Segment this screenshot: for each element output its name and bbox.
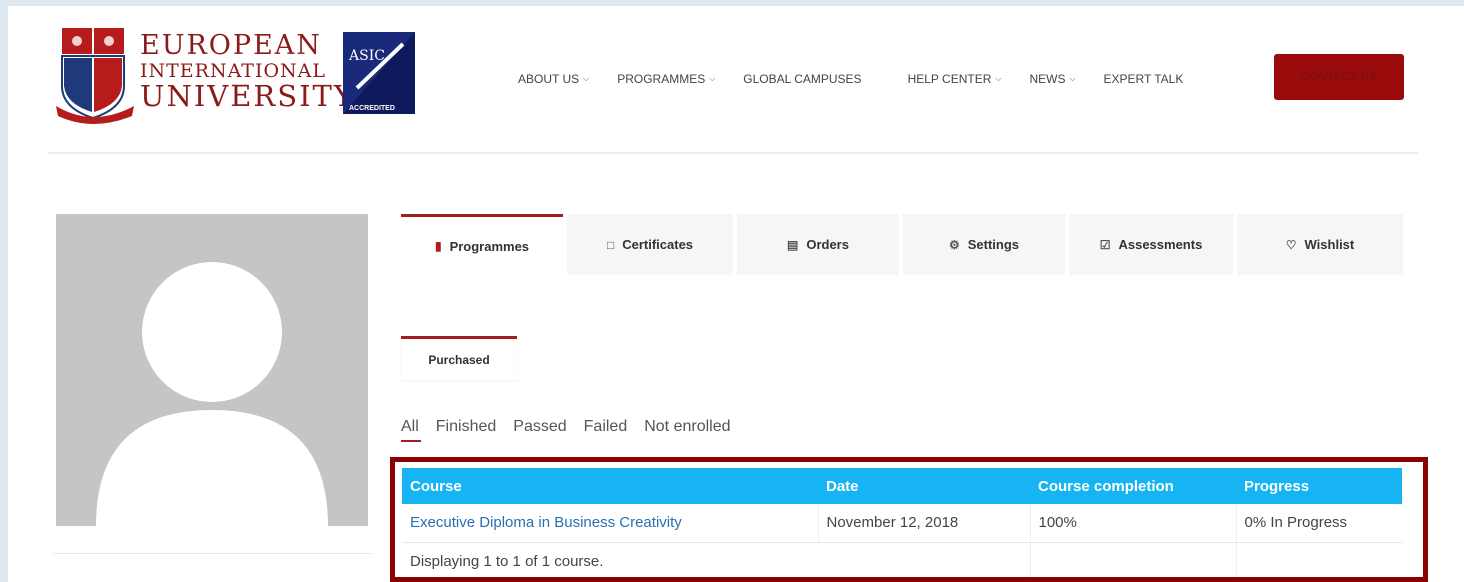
user-silhouette-icon	[96, 262, 328, 526]
logo-line-european: EUROPEAN	[140, 30, 322, 61]
tab-label: Wishlist	[1304, 237, 1355, 252]
nav-expert-talk[interactable]: EXPERT TALK	[1104, 72, 1184, 86]
tab-label: Settings	[967, 237, 1020, 252]
book-icon: ▮	[434, 239, 442, 253]
filter-failed[interactable]: Failed	[584, 418, 628, 442]
nav-about-us[interactable]: ABOUT US ⌵	[518, 72, 589, 86]
contact-us-button[interactable]: CONTACT US	[1274, 54, 1404, 100]
nav-label: NEWS	[1029, 72, 1066, 86]
profile-avatar	[56, 214, 368, 526]
filter-not-enrolled[interactable]: Not enrolled	[644, 418, 730, 442]
nav-global-campuses[interactable]: GLOBAL CAMPUSES	[743, 72, 861, 86]
nav-label: GLOBAL CAMPUSES	[743, 72, 862, 86]
filter-all[interactable]: All	[401, 418, 421, 442]
table-highlight-box	[390, 457, 1428, 582]
profile-tabs: ▮ Programmes □ Certificates ▤ Orders ⚙ S…	[401, 214, 1403, 275]
gear-icon: ⚙	[948, 237, 960, 252]
main-nav: ABOUT US ⌵ PROGRAMMES ⌵ GLOBAL CAMPUSES …	[518, 64, 1211, 94]
checkbox-icon: ☑	[1099, 237, 1111, 252]
tab-assessments[interactable]: ☑ Assessments	[1069, 214, 1233, 275]
nav-label: HELP CENTER	[907, 72, 992, 86]
logo-line-university: UNIVERSITY	[140, 79, 356, 113]
nav-label: ABOUT US	[518, 72, 580, 86]
tab-programmes[interactable]: ▮ Programmes	[401, 214, 563, 275]
tab-settings[interactable]: ⚙ Settings	[903, 214, 1065, 275]
tab-wishlist[interactable]: ♡ Wishlist	[1237, 214, 1403, 275]
cart-icon: ▤	[787, 237, 799, 252]
filter-passed[interactable]: Passed	[513, 418, 566, 442]
tab-purchased[interactable]: Purchased	[401, 336, 517, 380]
tab-orders[interactable]: ▤ Orders	[737, 214, 899, 275]
chevron-down-icon: ⌵	[995, 74, 1002, 83]
course-filters: All Finished Passed Failed Not enrolled	[401, 418, 731, 442]
nav-news[interactable]: NEWS ⌵	[1029, 72, 1075, 86]
filter-finished[interactable]: Finished	[436, 418, 496, 442]
logo-wordmark: EUROPEAN INTERNATIONAL UNIVERSITY	[140, 30, 356, 113]
tab-label: Assessments	[1118, 237, 1203, 252]
nav-label: EXPERT TALK	[1103, 72, 1184, 86]
nav-label: PROGRAMMES	[617, 72, 706, 86]
avatar-divider	[54, 553, 372, 554]
page: EUROPEAN INTERNATIONAL UNIVERSITY ASIC A…	[8, 6, 1464, 582]
tab-label: Programmes	[449, 238, 530, 254]
crest-icon	[56, 28, 134, 124]
tab-certificates[interactable]: □ Certificates	[567, 214, 733, 275]
heart-icon: ♡	[1285, 237, 1297, 252]
header-divider	[48, 152, 1418, 154]
bookmark-icon: □	[606, 237, 615, 252]
nav-help-center[interactable]: HELP CENTER ⌵	[908, 72, 1002, 86]
nav-programmes[interactable]: PROGRAMMES ⌵	[617, 72, 715, 86]
tab-label: Orders	[806, 237, 849, 252]
site-header: EUROPEAN INTERNATIONAL UNIVERSITY ASIC A…	[8, 6, 1464, 154]
chevron-down-icon: ⌵	[709, 74, 716, 83]
asic-accredited-badge: ASIC ACCREDITED	[343, 32, 415, 114]
chevron-down-icon: ⌵	[1069, 74, 1076, 83]
university-logo[interactable]: EUROPEAN INTERNATIONAL UNIVERSITY ASIC A…	[54, 24, 424, 124]
chevron-down-icon: ⌵	[583, 74, 590, 83]
asic-badge-top-text: ASIC	[348, 48, 385, 64]
asic-badge-bottom-text: ACCREDITED	[349, 105, 395, 112]
tab-label: Certificates	[622, 237, 694, 252]
